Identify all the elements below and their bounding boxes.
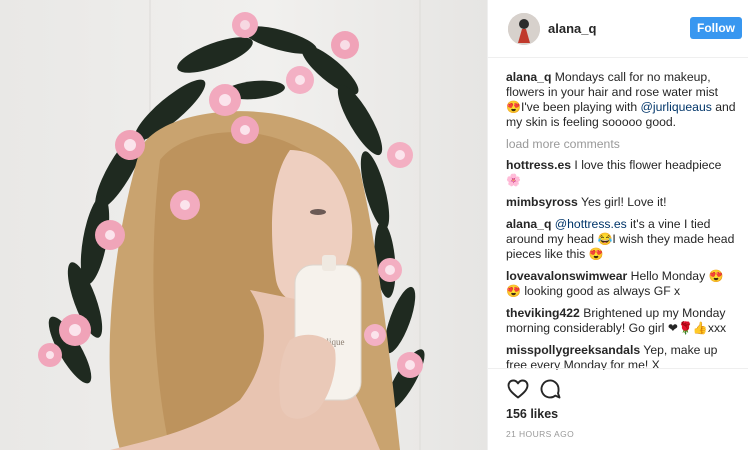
comment-text-2: looking good as always GF x <box>520 284 681 298</box>
caption-username[interactable]: alana_q <box>506 70 551 84</box>
list-item: misspollygreeksandals Yep, make up free … <box>506 343 736 370</box>
comment-text: I love this flower headpiece <box>571 158 722 172</box>
list-item: alana_q @hottress.es it's a vine I tied … <box>506 217 736 262</box>
post-timestamp[interactable]: 21 HOURS AGO <box>506 429 574 439</box>
post-side-panel: alana_q Follow alana_q Mondays call for … <box>487 0 748 450</box>
heart-rose-thumbs-emoji: ❤🌹👍 <box>667 321 708 335</box>
comment-username[interactable]: theviking422 <box>506 306 580 320</box>
caption: alana_q Mondays call for no makeup, flow… <box>506 70 736 130</box>
flower-emoji: 🌸 <box>506 173 521 187</box>
comment-username[interactable]: mimbsyross <box>506 195 578 209</box>
load-more-comments-link[interactable]: load more comments <box>506 137 736 152</box>
post-actions: 156 likes 21 HOURS AGO <box>488 368 748 450</box>
list-item: loveavalonswimwear Hello Monday 😍😍 looki… <box>506 269 736 299</box>
follow-button[interactable]: Follow <box>690 17 742 39</box>
list-item: mimbsyross Yes girl! Love it! <box>506 195 736 210</box>
heart-eyes-emoji: 😍 <box>506 100 521 114</box>
laughing-emoji: 😂 <box>597 232 613 246</box>
comment-icon-svg <box>540 379 561 399</box>
heart-eyes-emoji: 😍 <box>588 247 604 261</box>
header-username[interactable]: alana_q <box>548 21 596 36</box>
comment-username[interactable]: alana_q <box>506 217 551 231</box>
avatar-image <box>508 13 540 45</box>
comment-icon[interactable] <box>538 377 562 401</box>
comment-username[interactable]: misspollygreeksandals <box>506 343 640 357</box>
heart-icon-svg <box>507 379 529 399</box>
caption-text-mid: I've been playing with <box>520 100 641 114</box>
post-photo[interactable]: Jurlique <box>0 0 487 450</box>
post-header: alana_q Follow <box>488 0 748 58</box>
avatar[interactable] <box>508 13 540 45</box>
comment-text: Yes girl! Love it! <box>577 195 667 209</box>
comment-text-2: xxx <box>707 321 727 335</box>
comments-list[interactable]: alana_q Mondays call for no makeup, flow… <box>506 70 736 370</box>
photo-illustration: Jurlique <box>38 0 425 450</box>
likes-count[interactable]: 156 likes <box>506 407 558 421</box>
caption-mention[interactable]: @jurliqueaus <box>641 100 712 114</box>
comment-username[interactable]: hottress.es <box>506 158 571 172</box>
comment-text: Hello Monday <box>627 269 709 283</box>
list-item: theviking422 Brightened up my Monday mor… <box>506 306 736 336</box>
comment-mention[interactable]: @hottress.es <box>555 217 627 231</box>
comment-username[interactable]: loveavalonswimwear <box>506 269 627 283</box>
list-item: hottress.es I love this flower headpiece… <box>506 158 736 188</box>
heart-icon[interactable] <box>506 377 530 401</box>
